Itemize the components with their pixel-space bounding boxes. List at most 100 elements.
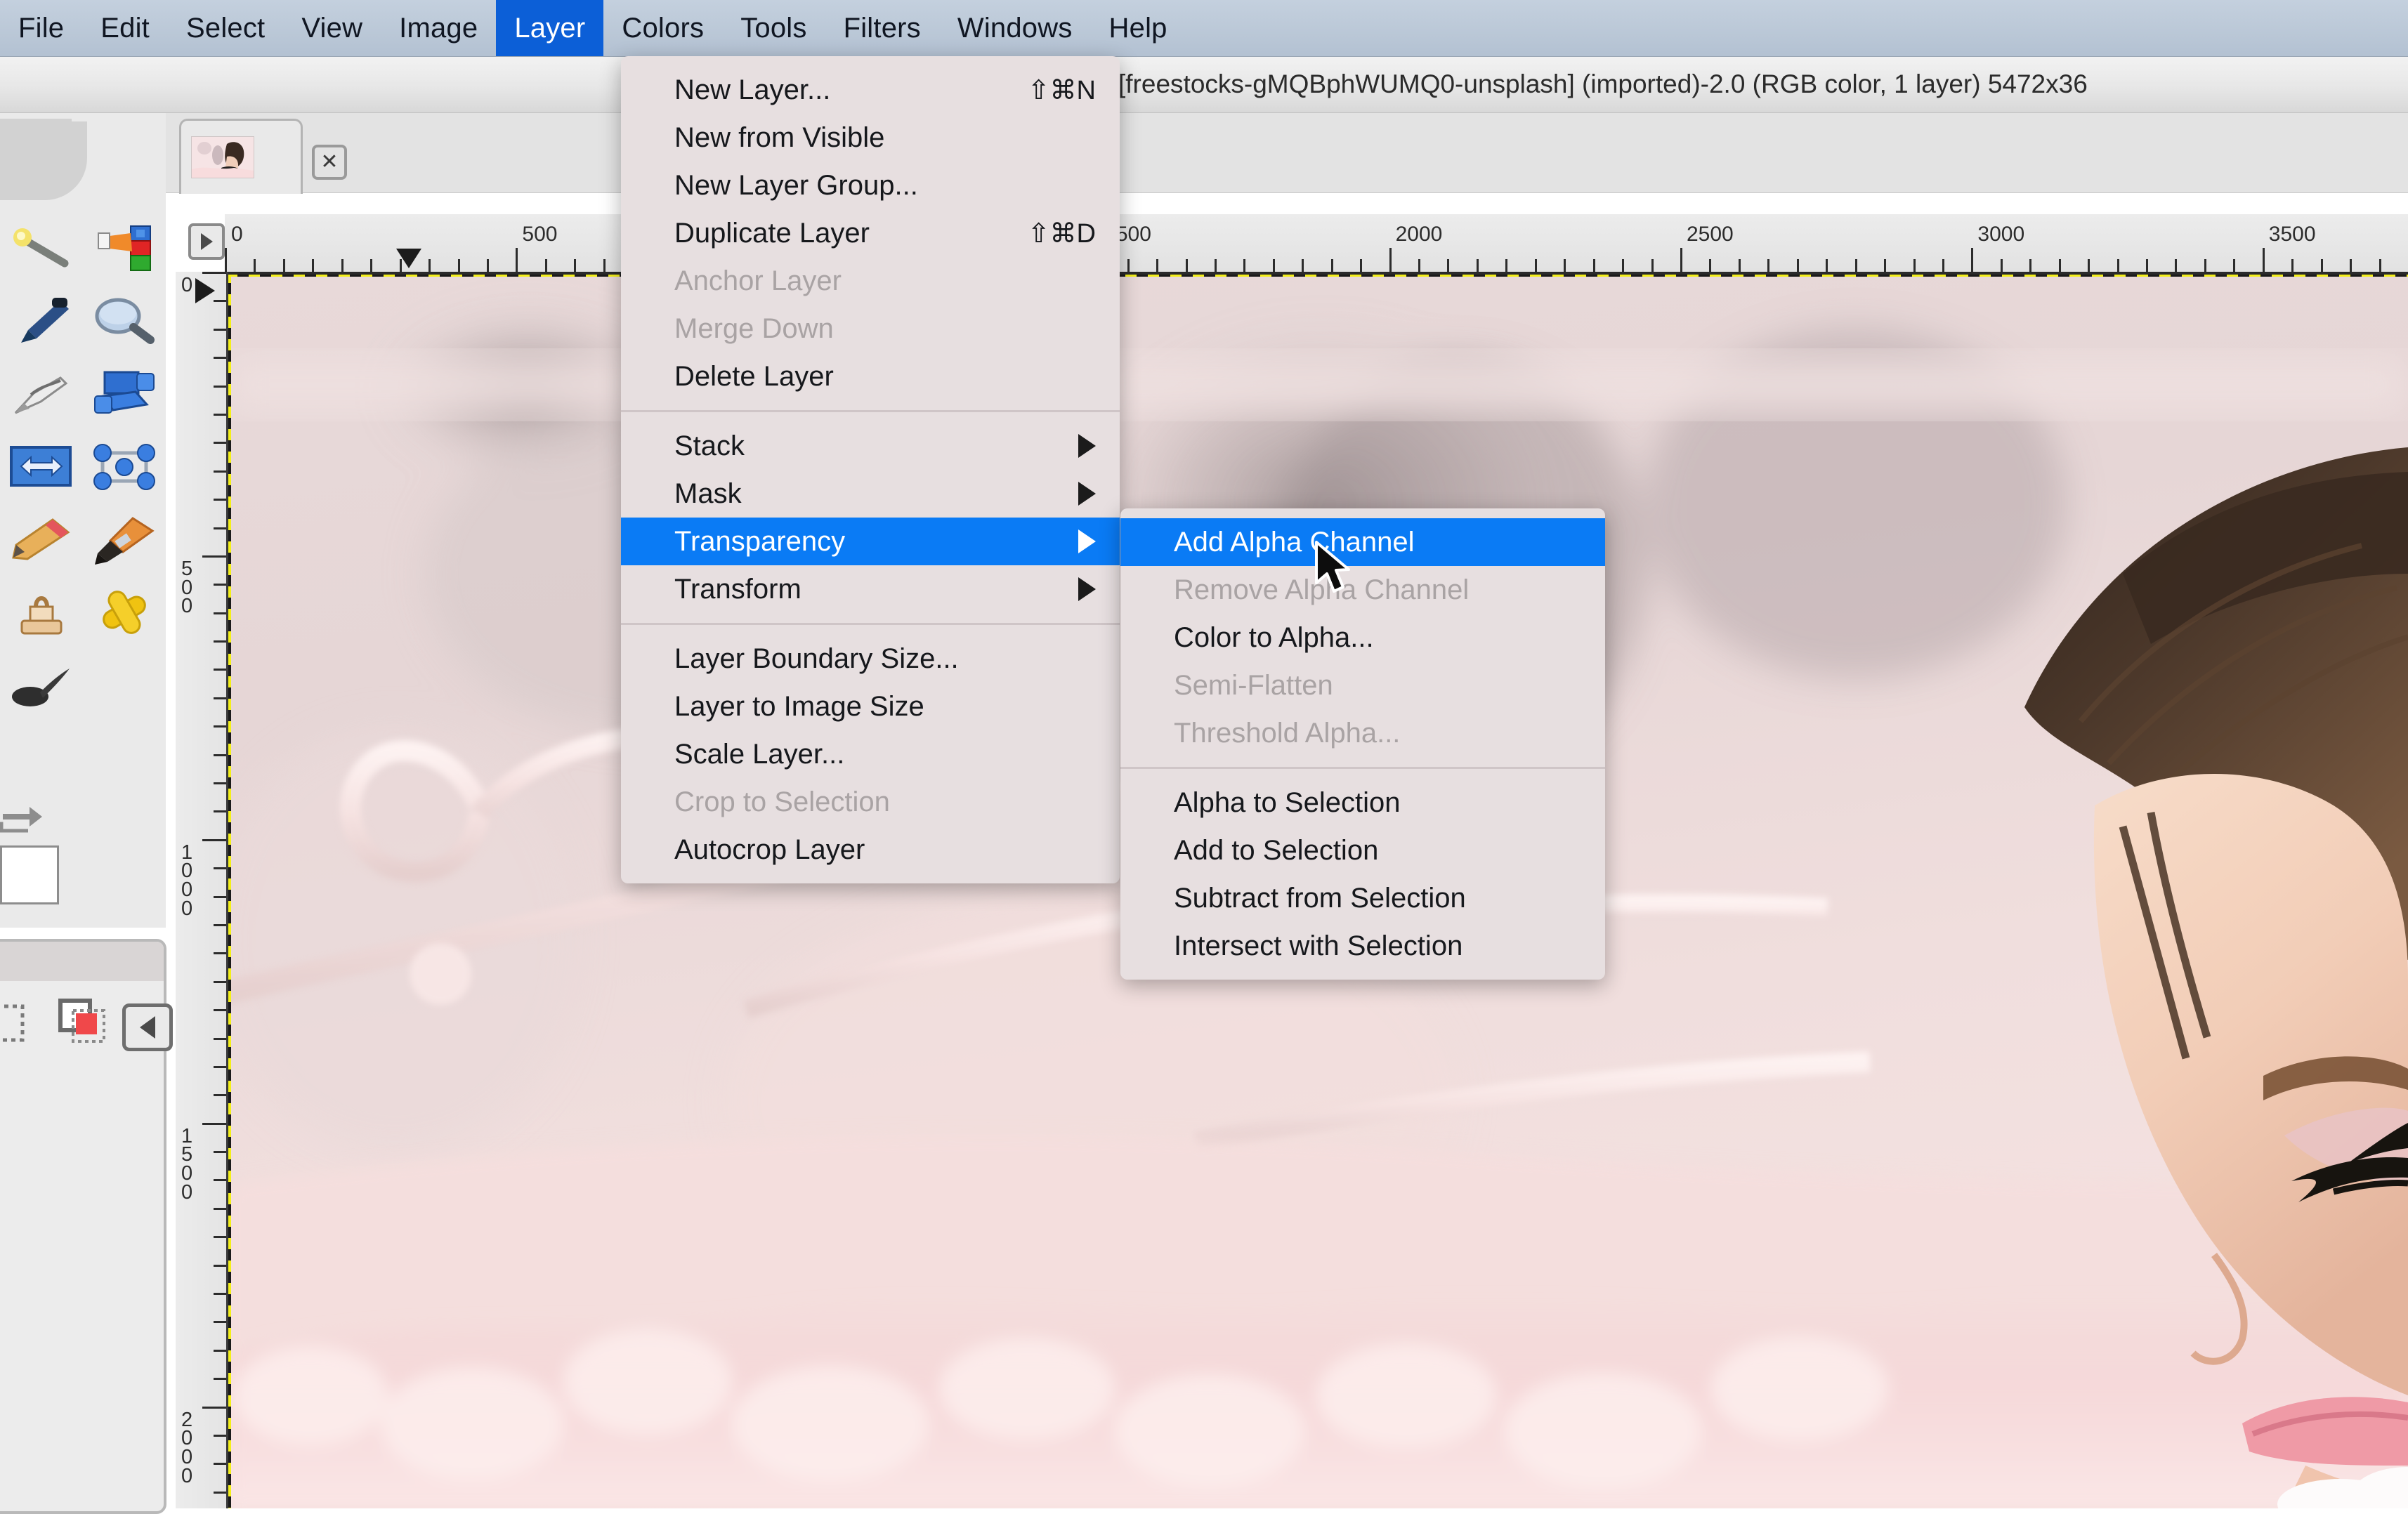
ruler-tick bbox=[214, 1066, 226, 1068]
layer-menu-item-new-layer-group[interactable]: New Layer Group... bbox=[621, 162, 1120, 209]
clone-tool-button[interactable] bbox=[0, 577, 83, 650]
ruler-tick bbox=[603, 259, 606, 272]
path-icon bbox=[10, 369, 73, 419]
ruler-tick bbox=[214, 952, 226, 954]
foreground-background-color-swatches[interactable] bbox=[0, 819, 72, 903]
transform-tool-button[interactable] bbox=[83, 357, 166, 430]
ruler-tick bbox=[1942, 259, 1944, 272]
menubar-item-layer[interactable]: Layer bbox=[496, 0, 603, 56]
layer-menu-item-transparency[interactable]: Transparency bbox=[621, 518, 1120, 565]
vertical-ruler[interactable]: 0500100015002000 bbox=[176, 272, 228, 1508]
layer-menu-item-label: Mask bbox=[674, 478, 742, 510]
layer-menu-item-layer-to-image-size[interactable]: Layer to Image Size bbox=[621, 683, 1120, 730]
menubar-item-image[interactable]: Image bbox=[381, 0, 496, 56]
ruler-tick bbox=[214, 1463, 226, 1465]
layer-menu-item-shortcut: ⇧⌘D bbox=[1028, 218, 1096, 249]
layer-menu-item-label: Merge Down bbox=[674, 313, 834, 345]
ruler-tick bbox=[283, 259, 285, 272]
ruler-tick bbox=[1186, 259, 1188, 272]
cage-transform-tool-button[interactable] bbox=[83, 430, 166, 503]
ruler-tick bbox=[1302, 259, 1304, 272]
ruler-tick bbox=[214, 1151, 226, 1153]
transparency-menu-item-label: Color to Alpha... bbox=[1174, 622, 1374, 654]
bucket-fill-tool-button[interactable] bbox=[83, 211, 166, 284]
ruler-tick bbox=[2059, 259, 2061, 272]
menubar-item-file[interactable]: File bbox=[0, 0, 82, 56]
ruler-tick bbox=[214, 867, 226, 869]
layer-menu-item-autocrop-layer[interactable]: Autocrop Layer bbox=[621, 826, 1120, 874]
ruler-tick bbox=[214, 1492, 226, 1494]
ruler-label-v: 1000 bbox=[181, 843, 202, 919]
heal-tool-button[interactable] bbox=[83, 577, 166, 650]
transparency-submenu[interactable]: Add Alpha ChannelRemove Alpha Channel Col… bbox=[1120, 508, 1605, 980]
ruler-label-h: 3500 bbox=[2269, 223, 2316, 246]
horizontal-ruler[interactable]: 0500100015002000250030003500 bbox=[225, 214, 2408, 275]
image-tab-strip: ✕ bbox=[166, 113, 2408, 193]
selection-dashed-icon[interactable] bbox=[0, 996, 34, 1048]
ruler-tick bbox=[2321, 259, 2323, 272]
layer-menu-item-label: Layer to Image Size bbox=[674, 691, 924, 723]
transparency-menu-item-alpha-to-selection[interactable]: Alpha to Selection bbox=[1120, 779, 1605, 827]
tool-grid bbox=[0, 211, 166, 723]
layer-menu-item-scale-layer[interactable]: Scale Layer... bbox=[621, 730, 1120, 778]
ruler-tick bbox=[1360, 259, 1362, 272]
transparency-menu-item-add-to-selection[interactable]: Add to Selection bbox=[1120, 827, 1605, 874]
menubar-item-colors[interactable]: Colors bbox=[603, 0, 722, 56]
ruler-label-h: 500 bbox=[522, 223, 557, 246]
layer-menu-item-new-layer[interactable]: New Layer...⇧⌘N bbox=[621, 66, 1120, 114]
ruler-origin-button[interactable] bbox=[188, 223, 225, 260]
menubar-item-filters[interactable]: Filters bbox=[825, 0, 939, 56]
close-image-tab-button[interactable]: ✕ bbox=[312, 145, 347, 180]
ruler-tick bbox=[1156, 259, 1158, 272]
transparency-menu-item-remove-alpha-channel: Remove Alpha Channel bbox=[1120, 566, 1605, 614]
collapse-dock-button[interactable] bbox=[122, 1003, 173, 1051]
measure-tool-button[interactable] bbox=[0, 211, 83, 284]
ruler-tick bbox=[214, 725, 226, 728]
layer-menu-item-transform[interactable]: Transform bbox=[621, 565, 1120, 613]
paintbrush-tool-button[interactable] bbox=[83, 503, 166, 577]
layer-menu-item-mask[interactable]: Mask bbox=[621, 470, 1120, 518]
layer-menu-item-new-from-visible[interactable]: New from Visible bbox=[621, 114, 1120, 162]
menubar-item-tools[interactable]: Tools bbox=[722, 0, 825, 56]
background-color-swatch[interactable] bbox=[0, 845, 59, 904]
menu-bar[interactable]: FileEditSelectViewImageLayerColorsToolsF… bbox=[0, 0, 2408, 57]
menubar-item-windows[interactable]: Windows bbox=[939, 0, 1091, 56]
smudge-tool-button[interactable] bbox=[0, 650, 83, 723]
image-title-text: [freestocks-gMQBphWUMQ0-unsplash] (impor… bbox=[1118, 70, 2088, 99]
menubar-item-help[interactable]: Help bbox=[1091, 0, 1186, 56]
transparency-menu-item-subtract-from-selection[interactable]: Subtract from Selection bbox=[1120, 874, 1605, 922]
layer-menu-item-layer-boundary-size[interactable]: Layer Boundary Size... bbox=[621, 635, 1120, 683]
menubar-item-edit[interactable]: Edit bbox=[82, 0, 168, 56]
layer-menu-item-duplicate-layer[interactable]: Duplicate Layer⇧⌘D bbox=[621, 209, 1120, 257]
flip-tool-button[interactable] bbox=[0, 430, 83, 503]
ruler-tick bbox=[202, 1407, 226, 1409]
menubar-item-view[interactable]: View bbox=[283, 0, 381, 56]
ruler-tick bbox=[254, 259, 256, 272]
color-picker-tool-button[interactable] bbox=[0, 284, 83, 357]
pencil-tool-button[interactable] bbox=[0, 503, 83, 577]
transparency-menu-item-threshold-alpha: Threshold Alpha... bbox=[1120, 709, 1605, 757]
transparency-menu-item-intersect-with-selection[interactable]: Intersect with Selection bbox=[1120, 922, 1605, 970]
transparency-menu-item-color-to-alpha[interactable]: Color to Alpha... bbox=[1120, 614, 1605, 661]
image-tab[interactable]: ✕ bbox=[179, 119, 303, 194]
layer-menu-item-stack[interactable]: Stack bbox=[621, 422, 1120, 470]
quick-mask-icon[interactable] bbox=[58, 996, 114, 1048]
ruler-tick bbox=[214, 386, 226, 388]
menubar-item-select[interactable]: Select bbox=[168, 0, 283, 56]
ruler-tick bbox=[2204, 259, 2206, 272]
path-tool-button[interactable] bbox=[0, 357, 83, 430]
ruler-tick bbox=[202, 555, 226, 558]
layer-menu-item-label: Delete Layer bbox=[674, 361, 834, 393]
zoom-tool-button[interactable] bbox=[83, 284, 166, 357]
transparency-menu-item-add-alpha-channel[interactable]: Add Alpha Channel bbox=[1120, 518, 1605, 566]
heal-icon bbox=[92, 588, 157, 638]
ruler-tick bbox=[1418, 259, 1420, 272]
layer-menu-dropdown[interactable]: New Layer...⇧⌘NNew from VisibleNew Layer… bbox=[621, 56, 1120, 883]
layer-menu-item-delete-layer[interactable]: Delete Layer bbox=[621, 353, 1120, 400]
ruler-label-v: 1500 bbox=[181, 1127, 202, 1202]
ruler-tick bbox=[214, 470, 226, 473]
ruler-tick bbox=[214, 1009, 226, 1011]
ruler-tick bbox=[1243, 259, 1245, 272]
ruler-label-h: 3000 bbox=[1977, 223, 2024, 246]
tool-slot-empty bbox=[83, 650, 166, 723]
